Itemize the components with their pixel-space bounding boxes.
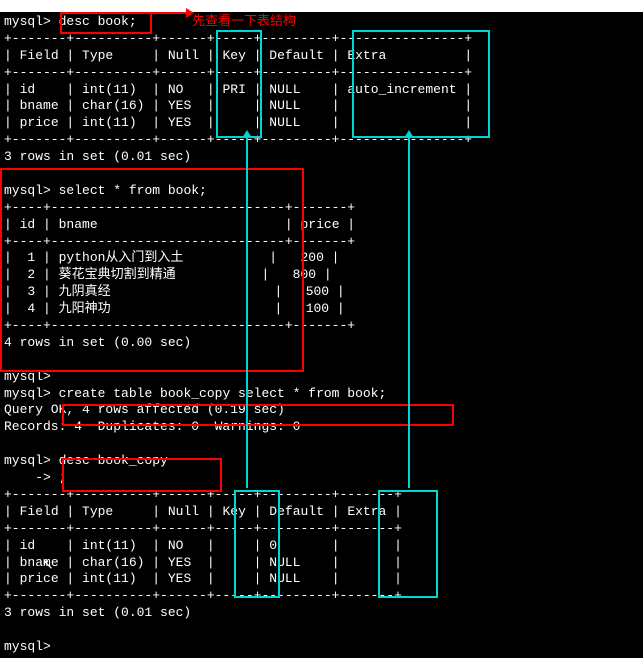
cell: char(16) [82,98,144,113]
cell: auto_increment [347,82,456,97]
command-desc-book: desc book; [59,14,137,29]
cell: YES [168,98,191,113]
col-type: Type [82,504,113,519]
cell: 0 [269,538,277,553]
col-bname: bname [59,217,98,232]
cell: 4 [27,301,35,316]
col-type: Type [82,48,113,63]
command-create-table: create table book_copy select * from boo… [59,386,387,401]
cell: YES [168,571,191,586]
cell: YES [168,115,191,130]
cell: price [20,115,59,130]
cell: 800 [293,267,316,282]
cell: int(11) [82,115,137,130]
cell: YES [168,555,191,570]
continuation: -> ; [4,470,66,485]
result-line: Records: 4 Duplicates: 0 Warnings: 0 [4,419,300,434]
terminal-output: mysql> desc book; +-------+----------+--… [0,12,643,658]
result-footer: 3 rows in set (0.01 sec) [4,605,191,620]
cell: int(11) [82,538,137,553]
col-null: Null [168,504,199,519]
prompt: mysql> [4,183,51,198]
cursor-icon: ↖ [42,557,54,575]
cell: id [20,538,36,553]
cell: 500 [306,284,329,299]
col-field: Field [20,48,59,63]
prompt: mysql> [4,453,51,468]
arrow-head [186,8,194,18]
cell: 九阴真经 [59,284,111,299]
prompt: mysql> [4,386,51,401]
window-titlebar [0,0,643,12]
cell: PRI [222,82,245,97]
cell: NO [168,82,184,97]
col-key: Key [222,504,245,519]
command-desc-copy: desc book_copy [59,453,168,468]
cell: NULL [269,571,300,586]
annotation-comment: 先查看一下表结构 [192,14,296,31]
cell: NULL [269,115,300,130]
prompt: mysql> [4,14,51,29]
cell: 葵花宝典切割到精通 [59,267,176,282]
arrow-head [242,130,252,138]
result-line: Query OK, 4 rows affected (0.19 sec) [4,402,285,417]
cell: bname [20,98,59,113]
arrow-head [404,130,414,138]
result-footer: 3 rows in set (0.01 sec) [4,149,191,164]
col-null: Null [168,48,199,63]
cell: 200 [300,250,323,265]
cell: NULL [269,555,300,570]
col-extra: Extra [347,504,386,519]
cell: 100 [306,301,329,316]
cell: 2 [27,267,35,282]
col-default: Default [269,48,324,63]
prompt: mysql> [4,369,51,384]
cell: NULL [269,98,300,113]
cell: NO [168,538,184,553]
cell: int(11) [82,571,137,586]
cell: NULL [269,82,300,97]
cell: char(16) [82,555,144,570]
col-field: Field [20,504,59,519]
cell: id [20,82,36,97]
col-key: Key [222,48,245,63]
cell: int(11) [82,82,137,97]
col-default: Default [269,504,324,519]
command-select-book: select * from book; [59,183,207,198]
col-price: price [300,217,339,232]
prompt: mysql> [4,639,51,654]
result-footer: 4 rows in set (0.00 sec) [4,335,191,350]
cell: python从入门到入土 [59,250,184,265]
cell: 3 [27,284,35,299]
col-id: id [20,217,36,232]
cell: 1 [27,250,35,265]
col-extra: Extra [347,48,386,63]
cell: 九阳神功 [59,301,111,316]
